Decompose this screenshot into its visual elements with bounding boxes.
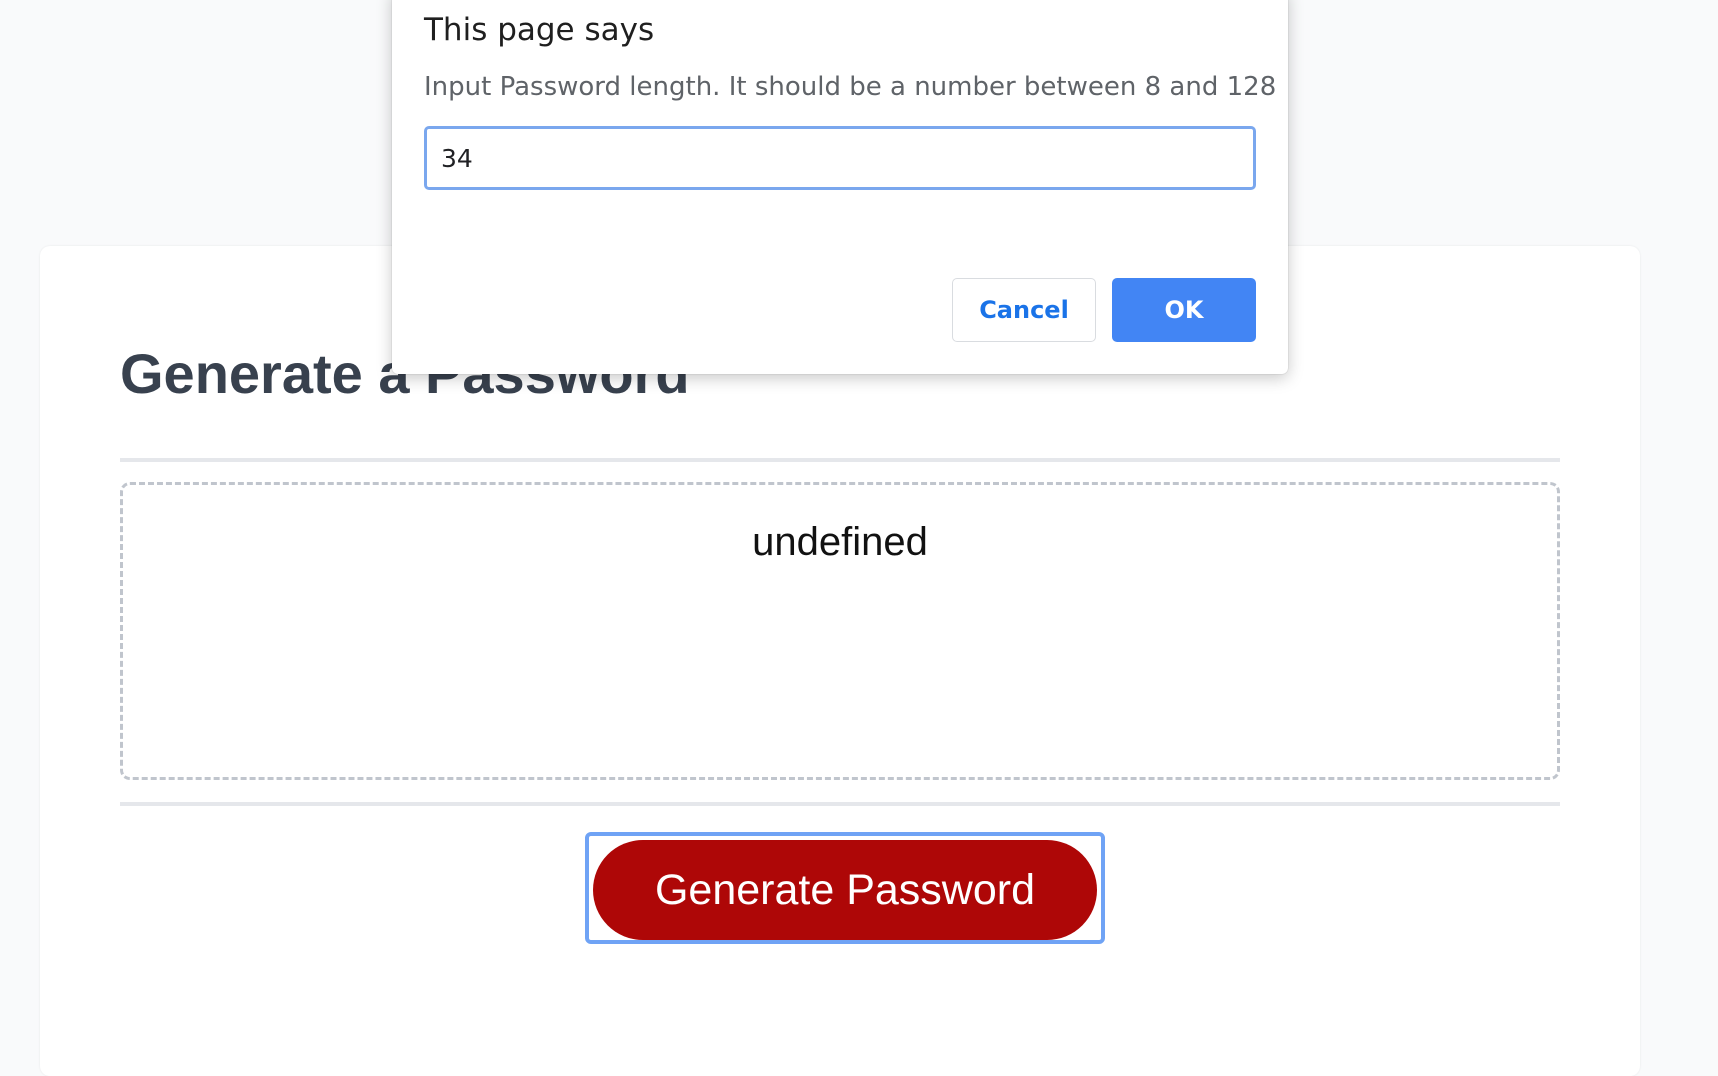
ok-button[interactable]: OK	[1112, 278, 1256, 342]
cancel-button[interactable]: Cancel	[952, 278, 1096, 342]
prompt-dialog: This page says Input Password length. It…	[392, 0, 1288, 374]
password-length-input[interactable]	[424, 126, 1256, 190]
password-output-box: undefined	[120, 482, 1560, 780]
dialog-message: Input Password length. It should be a nu…	[424, 72, 1277, 102]
header-divider	[120, 458, 1560, 462]
dialog-title: This page says	[424, 12, 655, 48]
generate-button-focus-ring: Generate Password	[585, 832, 1105, 944]
generate-password-button[interactable]: Generate Password	[593, 840, 1097, 940]
password-output-text: undefined	[752, 520, 928, 564]
footer-divider	[120, 802, 1560, 806]
